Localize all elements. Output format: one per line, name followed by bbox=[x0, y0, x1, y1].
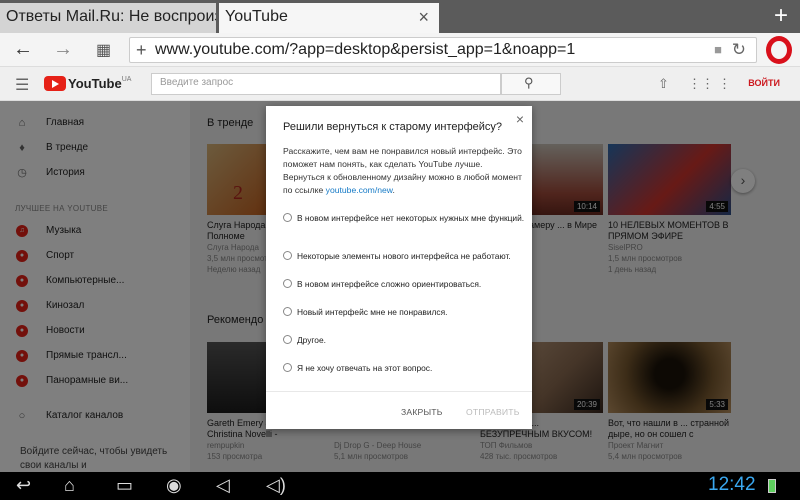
radio-option-label[interactable]: Я не хочу отвечать на этот вопрос. bbox=[297, 362, 527, 374]
close-icon[interactable]: × bbox=[516, 111, 524, 127]
dialog-footer: ЗАКРЫТЬ ОТПРАВИТЬ bbox=[266, 391, 532, 429]
youtube-header: ☰ YouTubeUA Введите запрос ⚲ ⇧ ⋮⋮ ⋮ ВОЙТ… bbox=[0, 67, 800, 101]
dialog-text-end: . bbox=[392, 185, 395, 195]
back-arrow-icon[interactable]: ← bbox=[13, 38, 33, 61]
logo-text: YouTube bbox=[68, 76, 122, 91]
reload-icon[interactable]: ↻ bbox=[732, 40, 746, 60]
new-tab-button[interactable]: + bbox=[774, 2, 788, 30]
search-placeholder: Введите запрос bbox=[160, 77, 234, 88]
dialog-text: Расскажите, чем вам не понравился новый … bbox=[283, 146, 522, 195]
tab-label: YouTube bbox=[225, 8, 288, 25]
upload-icon[interactable]: ⇧ bbox=[658, 76, 669, 92]
radio-button[interactable] bbox=[283, 335, 292, 344]
volume-up-icon[interactable]: ◁) bbox=[266, 475, 286, 496]
youtube-new-link[interactable]: youtube.com/new bbox=[326, 185, 393, 195]
search-input[interactable]: Введите запрос bbox=[151, 73, 501, 95]
recent-apps-icon[interactable]: ▭ bbox=[116, 475, 133, 496]
battery-icon bbox=[768, 479, 776, 493]
url-text[interactable]: www.youtube.com/?app=desktop&persist_app… bbox=[155, 41, 575, 59]
address-bar: ← → ▦ + www.youtube.com/?app=desktop&per… bbox=[0, 33, 800, 67]
login-button[interactable]: ВОЙТИ bbox=[748, 78, 780, 88]
screenshot-icon[interactable]: ◉ bbox=[166, 475, 182, 496]
menu-icon[interactable]: ☰ bbox=[15, 75, 29, 95]
close-button[interactable]: ЗАКРЫТЬ bbox=[401, 407, 443, 417]
search-button[interactable]: ⚲ bbox=[501, 73, 561, 95]
submit-button[interactable]: ОТПРАВИТЬ bbox=[466, 407, 520, 417]
system-nav-bar: ↩ ⌂ ▭ ◉ ◁ ◁) 12:42 bbox=[0, 472, 800, 500]
dialog-title: Решили вернуться к старому интерфейсу? bbox=[283, 121, 503, 133]
feedback-dialog: Решили вернуться к старому интерфейсу? ×… bbox=[266, 106, 532, 429]
youtube-logo[interactable]: YouTubeUA bbox=[44, 76, 131, 92]
tab-label: Ответы Mail.Ru: Не воспроизво bbox=[6, 8, 216, 25]
radio-button[interactable] bbox=[283, 213, 292, 222]
tab-youtube[interactable]: YouTube × bbox=[219, 3, 439, 33]
speed-dial-icon[interactable]: ▦ bbox=[96, 40, 111, 60]
youtube-play-icon bbox=[44, 76, 66, 91]
lock-icon: ■ bbox=[714, 42, 722, 57]
opera-menu-icon[interactable] bbox=[766, 36, 792, 64]
radio-option-label[interactable]: В новом интерфейсе нет некоторых нужных … bbox=[297, 212, 527, 224]
apps-icon[interactable]: ⋮⋮ bbox=[688, 76, 714, 92]
plus-icon[interactable]: + bbox=[136, 40, 147, 61]
logo-region: UA bbox=[121, 76, 132, 83]
volume-down-icon[interactable]: ◁ bbox=[216, 475, 230, 496]
radio-button[interactable] bbox=[283, 251, 292, 260]
tab-mail-ru[interactable]: Ответы Mail.Ru: Не воспроизво bbox=[0, 3, 216, 33]
radio-button[interactable] bbox=[283, 307, 292, 316]
system-clock: 12:42 bbox=[708, 474, 756, 495]
url-field[interactable]: + www.youtube.com/?app=desktop&persist_a… bbox=[129, 37, 757, 63]
radio-option-label[interactable]: Некоторые элементы нового интерфейса не … bbox=[297, 250, 527, 262]
forward-arrow-icon[interactable]: → bbox=[53, 38, 73, 61]
back-icon[interactable]: ↩ bbox=[16, 475, 31, 496]
radio-button[interactable] bbox=[283, 279, 292, 288]
browser-tab-bar: Ответы Mail.Ru: Не воспроизво YouTube × … bbox=[0, 0, 800, 33]
more-icon[interactable]: ⋮ bbox=[718, 76, 731, 92]
radio-option-label[interactable]: Другое. bbox=[297, 334, 527, 346]
radio-option-label[interactable]: В новом интерфейсе сложно ориентироватьс… bbox=[297, 278, 527, 290]
tab-close-icon[interactable]: × bbox=[418, 3, 429, 31]
radio-option-label[interactable]: Новый интерфейс мне не понравился. bbox=[297, 306, 527, 318]
radio-button[interactable] bbox=[283, 363, 292, 372]
home-icon[interactable]: ⌂ bbox=[64, 475, 75, 496]
search-icon: ⚲ bbox=[524, 75, 534, 90]
dialog-description: Расскажите, чем вам не понравился новый … bbox=[283, 145, 523, 197]
